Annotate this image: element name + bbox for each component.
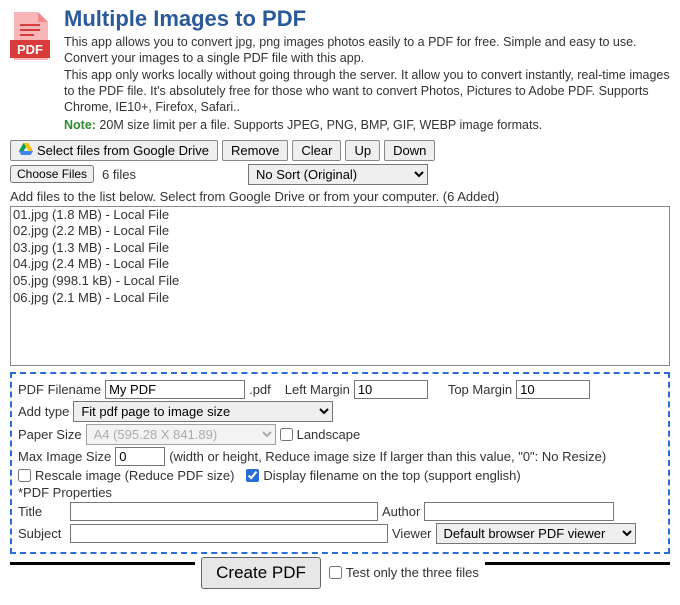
instruction-text: Add files to the list below. Select from…	[10, 189, 670, 204]
clear-button[interactable]: Clear	[292, 140, 341, 161]
file-list[interactable]: 01.jpg (1.8 MB) - Local File02.jpg (2.2 …	[10, 206, 670, 366]
select-gdrive-button[interactable]: Select files from Google Drive	[10, 140, 218, 161]
description-2: This app only works locally without goin…	[64, 67, 670, 116]
landscape-label: Landscape	[297, 427, 361, 442]
filename-label: PDF Filename	[18, 382, 101, 397]
svg-text:PDF: PDF	[17, 42, 43, 57]
note-label: Note:	[64, 118, 96, 132]
top-margin-input[interactable]	[516, 380, 590, 399]
filename-input[interactable]	[105, 380, 245, 399]
gdrive-icon	[19, 143, 33, 158]
papersize-label: Paper Size	[18, 427, 82, 442]
choose-files-button[interactable]: Choose Files	[10, 165, 94, 183]
file-count: 6 files	[102, 167, 136, 182]
rescale-label: Rescale image (Reduce PDF size)	[35, 468, 234, 483]
maxsize-label: Max Image Size	[18, 449, 111, 464]
title-label: Title	[18, 504, 66, 519]
author-input[interactable]	[424, 502, 614, 521]
maxsize-hint: (width or height, Reduce image size If l…	[169, 449, 606, 464]
viewer-select[interactable]: Default browser PDF viewer	[436, 523, 636, 544]
note-text: 20M size limit per a file. Supports JPEG…	[96, 118, 542, 132]
page-title: Multiple Images to PDF	[64, 6, 670, 32]
left-margin-label: Left Margin	[285, 382, 350, 397]
remove-button[interactable]: Remove	[222, 140, 288, 161]
list-item[interactable]: 01.jpg (1.8 MB) - Local File	[13, 207, 667, 224]
addtype-select[interactable]: Fit pdf page to image size	[73, 401, 333, 422]
list-item[interactable]: 05.jpg (998.1 kB) - Local File	[13, 273, 667, 290]
create-pdf-button[interactable]: Create PDF	[201, 557, 321, 589]
viewer-label: Viewer	[392, 526, 432, 541]
subject-label: Subject	[18, 526, 66, 541]
maxsize-input[interactable]	[115, 447, 165, 466]
list-item[interactable]: 04.jpg (2.4 MB) - Local File	[13, 256, 667, 273]
gdrive-button-label: Select files from Google Drive	[37, 143, 209, 158]
list-item[interactable]: 06.jpg (2.1 MB) - Local File	[13, 290, 667, 307]
note-line: Note: 20M size limit per a file. Support…	[64, 117, 670, 133]
down-button[interactable]: Down	[384, 140, 435, 161]
author-label: Author	[382, 504, 420, 519]
display-filename-checkbox[interactable]	[246, 469, 259, 482]
up-button[interactable]: Up	[345, 140, 380, 161]
title-input[interactable]	[70, 502, 378, 521]
filename-ext: .pdf	[249, 382, 271, 397]
left-margin-input[interactable]	[354, 380, 428, 399]
settings-panel: PDF Filename .pdf Left Margin Top Margin…	[10, 372, 670, 554]
pdf-app-icon: PDF	[10, 6, 54, 63]
list-item[interactable]: 02.jpg (2.2 MB) - Local File	[13, 223, 667, 240]
rescale-checkbox[interactable]	[18, 469, 31, 482]
display-filename-label: Display filename on the top (support eng…	[263, 468, 520, 483]
description-1: This app allows you to convert jpg, png …	[64, 34, 670, 67]
top-margin-label: Top Margin	[448, 382, 512, 397]
sort-select[interactable]: No Sort (Original)	[248, 164, 428, 185]
test-only-checkbox[interactable]	[329, 566, 342, 579]
addtype-label: Add type	[18, 404, 69, 419]
papersize-select[interactable]: A4 (595.28 X 841.89)	[86, 424, 276, 445]
subject-input[interactable]	[70, 524, 388, 543]
landscape-checkbox[interactable]	[280, 428, 293, 441]
pdf-properties-label: *PDF Properties	[18, 485, 662, 500]
list-item[interactable]: 03.jpg (1.3 MB) - Local File	[13, 240, 667, 257]
test-only-label: Test only the three files	[346, 565, 479, 580]
